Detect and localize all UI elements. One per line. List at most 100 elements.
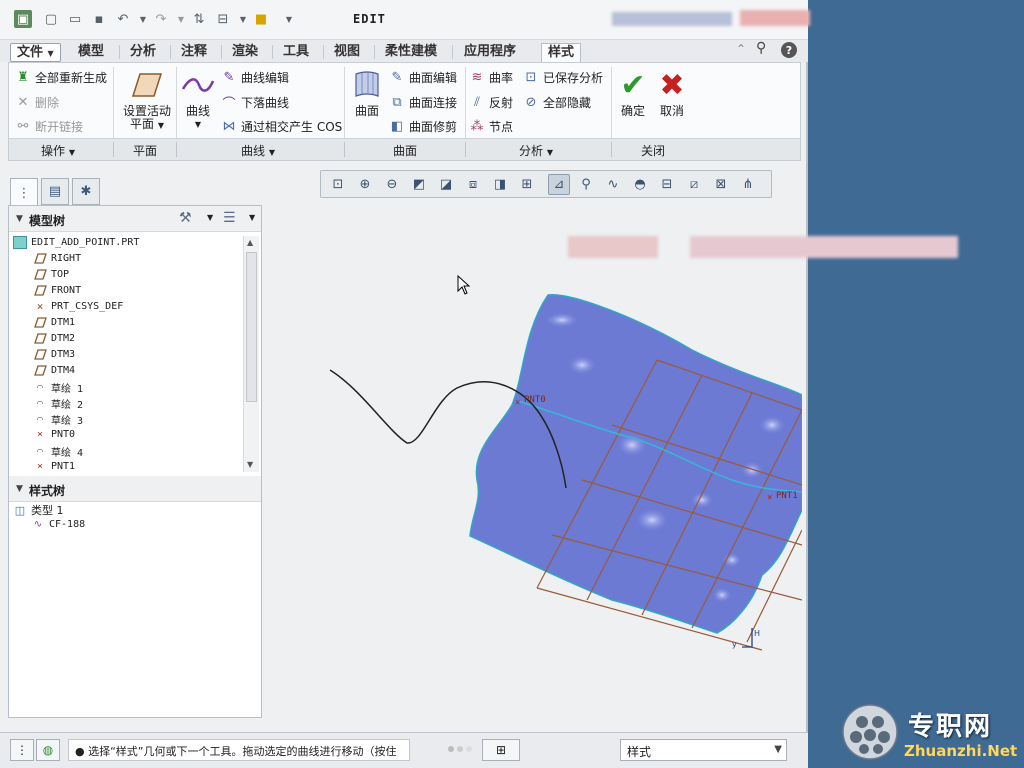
collapse-icon[interactable]: ▼ (16, 484, 23, 494)
group-curves[interactable]: 曲线 ▼ (241, 142, 275, 159)
scroll-thumb[interactable] (246, 252, 257, 402)
tree-item-part[interactable]: EDIT_ADD_POINT.PRT (13, 236, 139, 249)
tab-flexible-modeling[interactable]: 柔性建模 (379, 43, 443, 62)
navigator-toggle-icon[interactable]: ⋮ (10, 739, 34, 761)
surface-trim-button[interactable]: ◧ 曲面修剪 (389, 118, 457, 135)
style-tree-curve[interactable]: ∿ CF-188 (31, 518, 85, 531)
tree-item-dtm4[interactable]: DTM4 (33, 364, 75, 377)
style-curve-icon: ∿ (33, 519, 43, 530)
point-display-icon[interactable]: ∿ (602, 174, 624, 195)
folder-browser-tab-icon[interactable]: ▤ (41, 178, 69, 205)
folder-icon[interactable]: ■ (252, 10, 270, 28)
orient-icon[interactable]: ⊠ (710, 174, 732, 195)
tree-item-sketch2[interactable]: ⌒ 草绘 2 (33, 396, 83, 411)
tree-item-right[interactable]: RIGHT (33, 252, 81, 265)
plane-display-icon[interactable]: ⊿ (548, 174, 570, 195)
redo-icon[interactable]: ↷ (152, 10, 170, 28)
window-dropdown-icon[interactable]: ▼ (234, 10, 252, 28)
group-curves-label: 曲线 (241, 144, 266, 158)
tab-tools[interactable]: 工具 (277, 43, 315, 62)
tab-file[interactable]: 文件 ▼ (10, 43, 61, 62)
hide-all-button[interactable]: ⊘ 全部隐藏 (523, 94, 591, 111)
tab-style[interactable]: 样式 (541, 43, 582, 64)
collapse-icon[interactable]: ▼ (16, 214, 23, 224)
unlink-button[interactable]: ⚯ 断开链接 (15, 118, 83, 135)
help-icon[interactable]: ? (781, 42, 797, 58)
tree-item-dtm1[interactable]: DTM1 (33, 316, 75, 329)
saved-analysis-button[interactable]: ⊡ 已保存分析 (523, 69, 603, 86)
style-tree-type[interactable]: ◫ 类型 1 (13, 502, 64, 518)
delete-button[interactable]: ✕ 删除 (15, 94, 59, 111)
favorites-tab-icon[interactable]: ✱ (72, 178, 100, 205)
minimize-ribbon-icon[interactable]: ⌃ (736, 42, 746, 56)
zoom-out-icon[interactable]: ⊖ (381, 174, 403, 195)
csys-display-icon[interactable]: ◓ (629, 174, 651, 195)
new-file-icon[interactable]: ▢ (42, 10, 60, 28)
find-icon[interactable]: ⊞ (482, 739, 520, 761)
tree-item-csys[interactable]: ⨯ PRT_CSYS_DEF (33, 300, 124, 313)
graphics-viewport[interactable]: × × y H PNT0 PNT1 (262, 200, 958, 720)
display-style-icon[interactable]: ◪ (435, 174, 457, 195)
reflect-button[interactable]: ⫽ 反射 (469, 94, 513, 111)
perspective-icon[interactable]: ⊞ (516, 174, 538, 195)
refit-icon[interactable]: ⊡ (327, 174, 349, 195)
tree-item-sketch3[interactable]: ⌒ 草绘 3 (33, 412, 83, 427)
curvature-button[interactable]: ≋ 曲率 (469, 69, 513, 86)
group-ops[interactable]: 操作 ▼ (41, 142, 75, 159)
tree-item-dtm2[interactable]: DTM2 (33, 332, 75, 345)
open-file-icon[interactable]: ▭ (66, 10, 84, 28)
tree-columns-icon[interactable]: ☰ (223, 210, 236, 226)
qat-customize-icon[interactable]: ▼ (280, 10, 298, 28)
model-tree-scrollbar[interactable]: ▲ ▼ (243, 236, 259, 472)
tree-settings-dropdown-icon[interactable]: ▼ (207, 213, 213, 222)
tree-item-sketch1[interactable]: ⌒ 草绘 1 (33, 380, 83, 395)
selection-filter-dropdown[interactable]: 样式 ▼ (620, 739, 787, 761)
undo-icon[interactable]: ↶ (114, 10, 132, 28)
zoom-in-icon[interactable]: ⊕ (354, 174, 376, 195)
save-icon[interactable]: ▪ (90, 10, 108, 28)
undo-dropdown-icon[interactable]: ▼ (134, 10, 152, 28)
group-analysis[interactable]: 分析 ▼ (519, 142, 553, 159)
regenerate-icon[interactable]: ⇅ (190, 10, 208, 28)
regenerate-all-button[interactable]: ♜ 全部重新生成 (15, 69, 107, 86)
tab-model[interactable]: 模型 (72, 43, 110, 62)
ok-button[interactable]: ✔ 确定 (615, 69, 651, 118)
tree-settings-icon[interactable]: ⚒ (179, 210, 192, 226)
tab-analysis[interactable]: 分析 (124, 43, 162, 62)
tab-applications[interactable]: 应用程序 (458, 43, 522, 62)
view-manager-icon[interactable]: ◨ (489, 174, 511, 195)
saved-views-icon[interactable]: ⧈ (462, 174, 484, 195)
scroll-up-icon[interactable]: ▲ (247, 238, 253, 247)
tree-item-top[interactable]: TOP (33, 268, 69, 281)
cos-button[interactable]: ⋈ 通过相交产生 COS (221, 118, 343, 135)
curve-edit-button[interactable]: ✎ 曲线编辑 (221, 69, 289, 86)
tree-item-sketch4[interactable]: ⌒ 草绘 4 (33, 444, 83, 459)
browser-toggle-icon[interactable]: ◍ (36, 739, 60, 761)
cancel-button[interactable]: ✖ 取消 (654, 69, 690, 118)
curve-button[interactable]: 曲线 ▼ (179, 69, 217, 131)
tab-annotate[interactable]: 注释 (175, 43, 213, 62)
tree-item-pnt1[interactable]: × PNT1 (33, 460, 75, 473)
node-button[interactable]: ⁂ 节点 (469, 118, 514, 135)
tree-item-front[interactable]: FRONT (33, 284, 81, 297)
axis-display-icon[interactable]: ⚲ (575, 174, 597, 195)
tree-item-pnt0[interactable]: × PNT0 (33, 428, 75, 441)
window-icon[interactable]: ⊟ (214, 10, 232, 28)
drop-curve-button[interactable]: ⌒ 下落曲线 (221, 94, 289, 112)
model-tree-tab-icon[interactable]: ⋮ (10, 178, 38, 207)
surface-button[interactable]: 曲面 (349, 69, 385, 118)
repaint-icon[interactable]: ◩ (408, 174, 430, 195)
surface-connect-button[interactable]: ⧉ 曲面连接 (389, 94, 457, 111)
surface-edit-button[interactable]: ✎ 曲面编辑 (389, 69, 457, 86)
tab-view[interactable]: 视图 (328, 43, 366, 62)
annotation-display-icon[interactable]: ⧄ (683, 174, 705, 195)
tree-columns-dropdown-icon[interactable]: ▼ (249, 213, 255, 222)
spin-center-icon[interactable]: ⊟ (656, 174, 678, 195)
scroll-down-icon[interactable]: ▼ (247, 460, 253, 469)
tab-render[interactable]: 渲染 (226, 43, 264, 62)
section-icon[interactable]: ⋔ (737, 174, 759, 195)
redo-dropdown-icon[interactable]: ▼ (172, 10, 190, 28)
search-icon[interactable]: ⚲ (756, 40, 766, 56)
tree-item-dtm3[interactable]: DTM3 (33, 348, 75, 361)
set-active-plane-button[interactable]: 设置活动 平面 ▼ (117, 69, 177, 132)
